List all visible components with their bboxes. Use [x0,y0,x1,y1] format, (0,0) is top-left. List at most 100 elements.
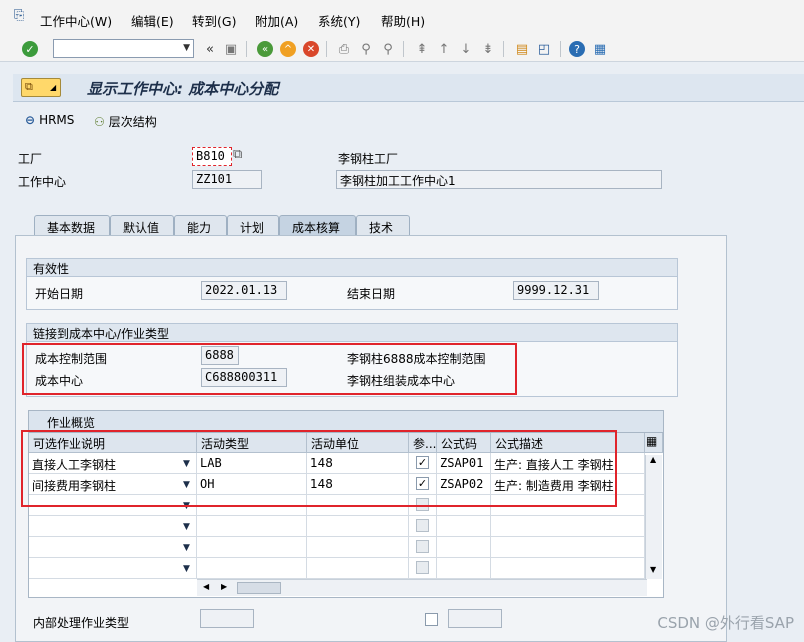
workcenter-field[interactable]: ZZ101 [192,170,262,189]
cell-type[interactable] [197,558,307,579]
plant-description: 李钢柱工厂 [338,152,399,166]
vertical-scrollbar[interactable]: ▲ ▼ [645,455,662,579]
find-icon[interactable]: ⚲ [357,40,375,58]
cell-ref [409,558,437,579]
toolbar-divider [503,41,504,57]
cell-formula[interactable] [437,537,491,558]
cancel-icon[interactable]: ✕ [303,41,319,57]
first-page-icon[interactable]: ⇞ [413,40,431,58]
tab-defaults[interactable]: 默认值 [110,215,174,236]
menu-system[interactable]: 系统(Y) [318,11,360,30]
system-menu-button[interactable]: ⧉ ◢ [21,78,61,97]
column-settings-icon[interactable]: ▦ [645,433,663,453]
internal-formula-field[interactable] [448,609,502,628]
highlight-box [22,343,517,395]
scroll-down-icon[interactable]: ▼ [650,565,656,574]
end-date-label: 结束日期 [347,287,396,301]
toolbar-divider [560,41,561,57]
help-icon[interactable]: ? [569,41,585,57]
cell-unit[interactable] [307,537,409,558]
command-field[interactable]: ▼ [53,39,194,58]
start-date-field[interactable]: 2022.01.13 [201,281,287,300]
internal-activity-label: 内部处理作业类型 [33,616,130,630]
enter-icon[interactable]: ✓ [22,41,38,57]
cell-formula[interactable] [437,558,491,579]
cell-formula[interactable] [437,516,491,537]
toolbar-divider [246,41,247,57]
scroll-left-icon[interactable]: ◀ [203,582,209,591]
start-date-label: 开始日期 [35,287,84,301]
chevron-down-icon[interactable]: ▼ [183,564,190,574]
page-title: 显示工作中心: 成本中心分配 [87,80,279,98]
last-page-icon[interactable]: ⇟ [479,40,497,58]
cell-desc[interactable] [29,537,197,558]
cell-desc[interactable] [29,558,197,579]
end-date-field[interactable]: 9999.12.31 [513,281,599,300]
new-session-icon[interactable]: ▤ [513,40,531,58]
menu-goto[interactable]: 转到(G) [192,11,236,30]
toolbar-divider [403,41,404,57]
tab-technical[interactable]: 技术 [356,215,410,236]
horizontal-scrollbar[interactable]: ◀ ▶ [197,579,647,596]
cell-ref [409,537,437,558]
menu-bar: ⎘ 工作中心(W) 编辑(E) 转到(G) 附加(A) 系统(Y) 帮助(H) [0,0,804,36]
internal-activity-field[interactable] [200,609,254,628]
chevron-down-icon[interactable]: ▼ [183,522,190,532]
validity-group: 有效性 开始日期 2022.01.13 结束日期 9999.12.31 [26,258,678,310]
next-page-icon[interactable]: ↓ [457,40,475,58]
validity-title: 有效性 [27,259,677,277]
watermark: CSDN @外行看SAP [657,614,794,632]
hierarchy-label: 层次结构 [108,115,157,129]
reference-checkbox[interactable] [416,519,429,532]
cell-ref [409,516,437,537]
title-bar: ⧉ ◢ 显示工作中心: 成本中心分配 [13,74,804,102]
tab-capacities[interactable]: 能力 [174,215,227,236]
menu-workcenter[interactable]: 工作中心(W) [40,11,112,30]
scroll-thumb[interactable] [237,582,281,594]
cell-desc[interactable] [29,516,197,537]
exit-icon[interactable]: ^ [280,41,296,57]
copy-icon[interactable]: ⧉ [233,147,242,162]
menu-edit[interactable]: 编辑(E) [131,11,174,30]
standard-toolbar: ✓ ▼ « ▣ « ^ ✕ ⎙ ⚲ ⚲ ⇞ ↑ ↓ ⇟ ▤ ◰ ? ▦ [0,36,804,62]
plant-field[interactable]: B810 [192,147,232,166]
save-icon[interactable]: ▣ [222,40,240,58]
hierarchy-button[interactable]: ⚇ 层次结构 [94,113,157,130]
sap-menu-icon[interactable]: ⎘ [14,8,24,23]
hierarchy-icon: ⚇ [94,114,105,129]
collapse-icon[interactable]: « [201,40,219,58]
hrms-label: HRMS [39,113,75,127]
link-title: 链接到成本中心/作业类型 [27,324,677,342]
reference-checkbox[interactable] [416,540,429,553]
workcenter-description: 李钢柱加工工作中心1 [336,170,662,189]
tab-scheduling[interactable]: 计划 [227,215,279,236]
hrms-button[interactable]: ⊖ HRMS [25,113,74,127]
menu-help[interactable]: 帮助(H) [381,11,425,30]
chevron-down-icon[interactable]: ▼ [183,43,190,53]
menu-extras[interactable]: 附加(A) [255,11,298,30]
scroll-right-icon[interactable]: ▶ [221,582,227,591]
reference-checkbox[interactable] [416,561,429,574]
cell-unit[interactable] [307,516,409,537]
cell-formula-desc[interactable] [491,516,645,537]
internal-checkbox[interactable] [425,613,438,626]
scroll-up-icon[interactable]: ▲ [650,455,656,464]
chevron-down-icon[interactable]: ▼ [183,543,190,553]
layout-menu-icon[interactable]: ▦ [591,40,609,58]
cell-formula-desc[interactable] [491,537,645,558]
prev-page-icon[interactable]: ↑ [435,40,453,58]
link-icon: ⊖ [25,113,36,127]
cell-unit[interactable] [307,558,409,579]
tab-costing[interactable]: 成本核算 [279,215,356,236]
back-icon[interactable]: « [257,41,273,57]
toolbar-divider [326,41,327,57]
shortcut-icon[interactable]: ◰ [535,40,553,58]
print-icon[interactable]: ⎙ [335,40,353,58]
cell-type[interactable] [197,516,307,537]
cell-type[interactable] [197,537,307,558]
cell-formula-desc[interactable] [491,558,645,579]
highlight-box [21,430,617,507]
tab-basic-data[interactable]: 基本数据 [34,215,110,236]
menu-icon: ⧉ [25,80,33,93]
find-next-icon[interactable]: ⚲ [379,40,397,58]
